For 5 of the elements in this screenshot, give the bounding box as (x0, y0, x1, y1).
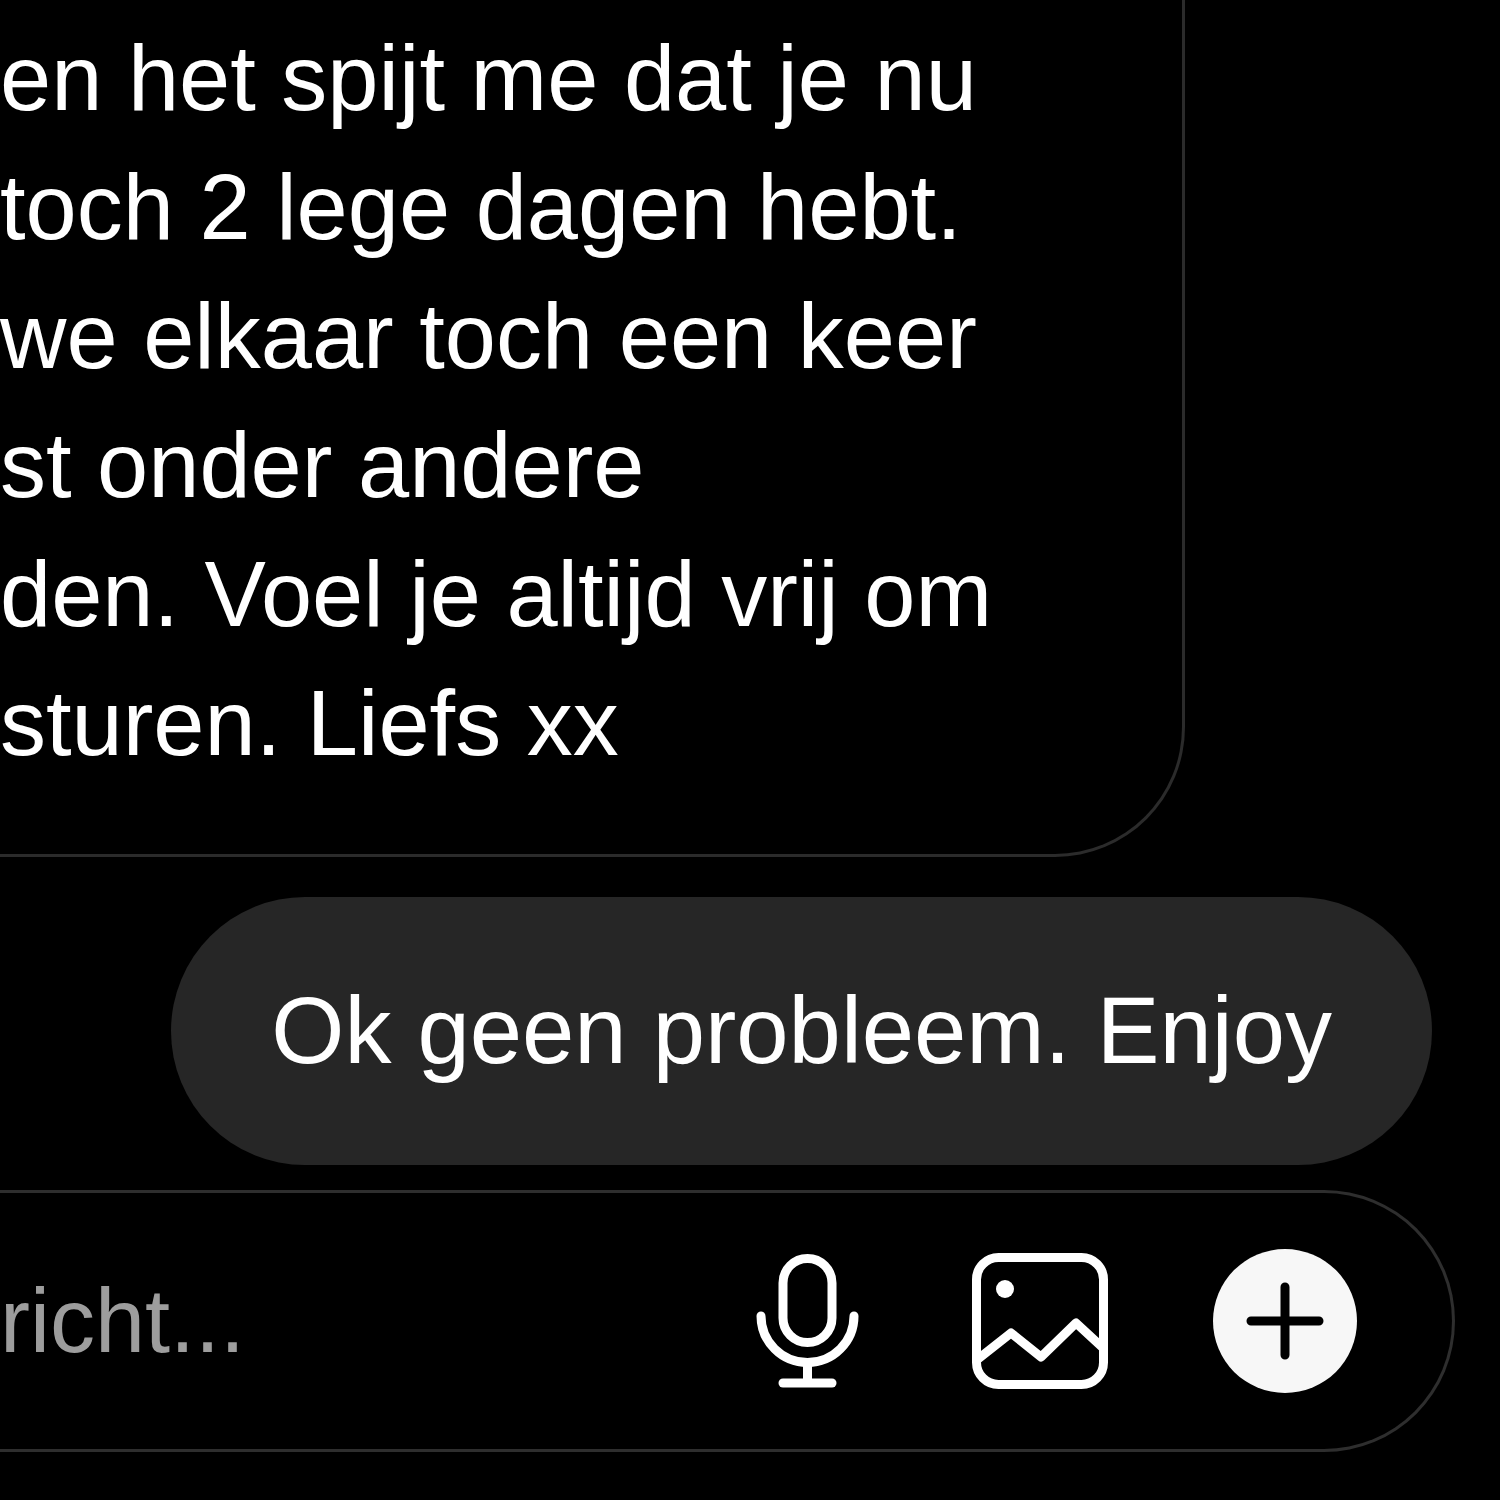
microphone-icon[interactable] (755, 1253, 860, 1389)
image-icon[interactable] (972, 1253, 1108, 1389)
message-input[interactable]: richt... (0, 1261, 755, 1381)
message-text: Ok geen probleem. Enjoy (271, 977, 1332, 1085)
plus-icon[interactable] (1213, 1249, 1357, 1393)
